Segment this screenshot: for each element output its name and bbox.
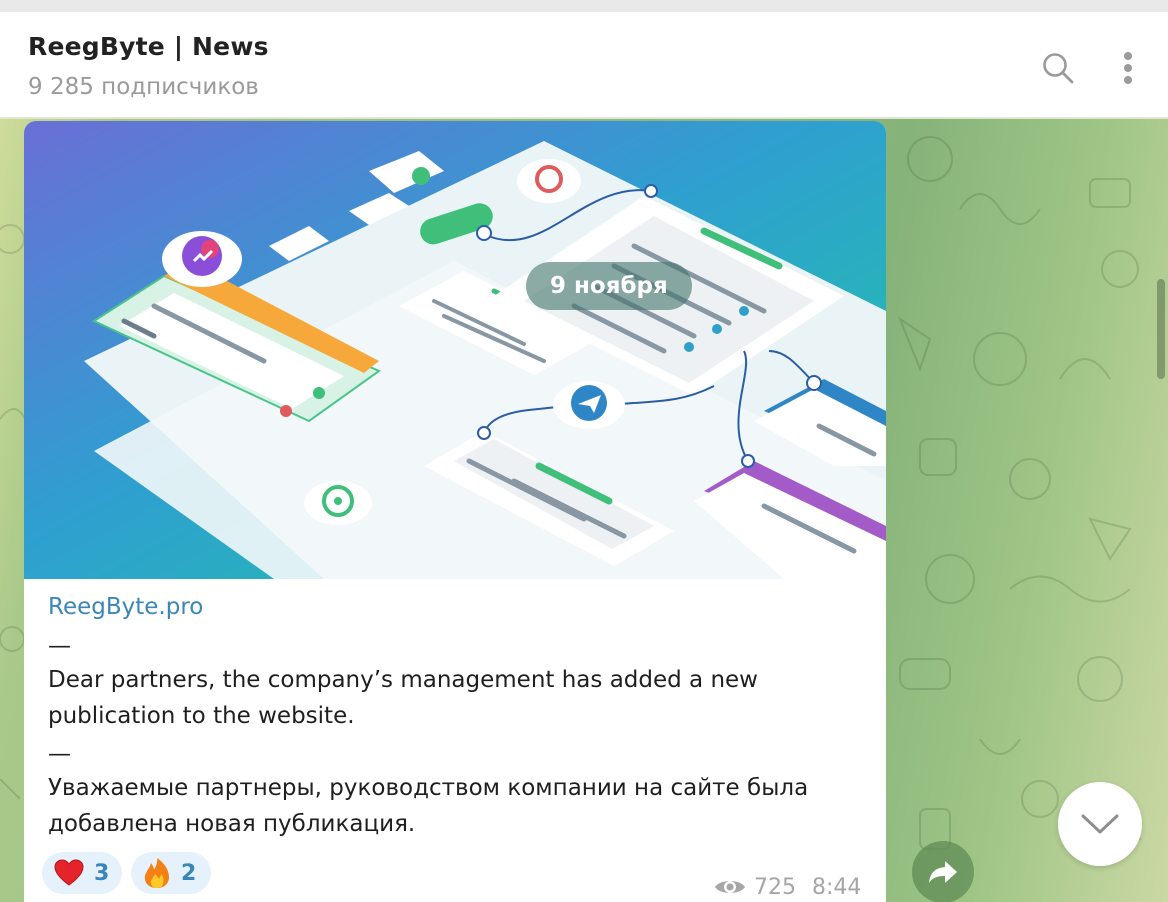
scroll-to-bottom-button[interactable] xyxy=(1058,782,1142,866)
chat-header[interactable]: ReegByte | News 9 285 подписчиков xyxy=(0,12,1168,118)
more-menu-button[interactable] xyxy=(1100,40,1156,96)
post-illustration xyxy=(24,121,886,579)
reaction-fire[interactable]: 2 xyxy=(131,852,211,894)
post-meta: 725 8:44 xyxy=(714,872,861,902)
window-top-strip xyxy=(0,0,1168,12)
forward-button[interactable] xyxy=(912,841,974,902)
chevron-down-icon xyxy=(1081,814,1119,834)
view-count: 725 xyxy=(754,874,796,900)
post-dash: — xyxy=(48,633,71,659)
channel-title[interactable]: ReegByte | News xyxy=(28,32,269,61)
subscriber-count: 9 285 подписчиков xyxy=(28,74,259,100)
post-dash: — xyxy=(48,741,71,767)
more-vertical-icon xyxy=(1124,52,1132,84)
date-separator: 9 ноября xyxy=(526,262,692,310)
chat-scrollbar[interactable] xyxy=(1157,279,1165,379)
reaction-count: 2 xyxy=(181,860,197,886)
forward-icon xyxy=(929,861,957,883)
post-link[interactable]: ReegByte.pro xyxy=(48,594,203,620)
post-text-ru: Уважаемые партнеры, руководством компани… xyxy=(48,775,809,837)
post-image[interactable]: 9 ноября xyxy=(24,121,886,579)
reaction-count: 3 xyxy=(94,860,110,886)
fire-icon xyxy=(144,858,169,888)
eye-icon xyxy=(715,881,745,893)
search-button[interactable] xyxy=(1030,40,1086,96)
search-icon xyxy=(1043,53,1074,84)
heart-icon xyxy=(54,859,84,886)
reaction-heart[interactable]: 3 xyxy=(42,852,122,894)
post-text-en: Dear partners, the company’s management … xyxy=(48,667,758,729)
post-time: 8:44 xyxy=(812,874,862,900)
